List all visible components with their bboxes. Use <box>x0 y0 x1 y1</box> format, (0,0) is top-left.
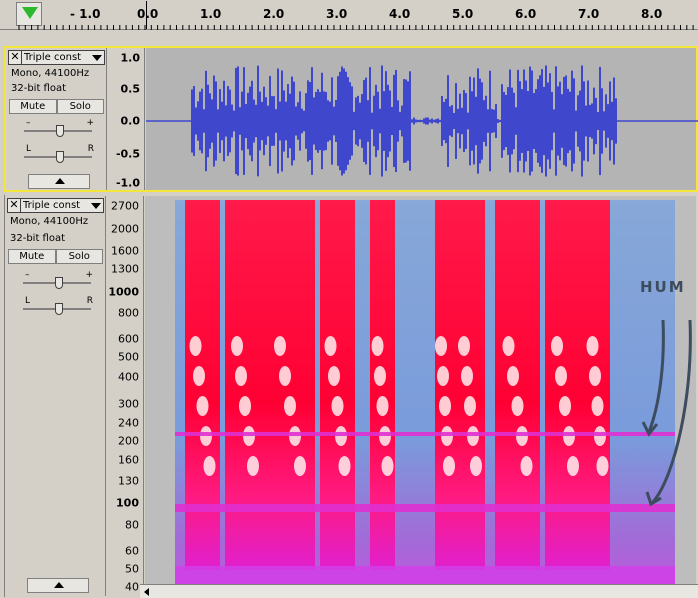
scale-label: 160 <box>118 453 139 467</box>
horizontal-scrollbar[interactable] <box>140 584 698 598</box>
scale-label: 2700 <box>111 199 139 213</box>
track-bit-depth: 32-bit float <box>10 233 66 244</box>
hum-annotation: HUM <box>640 278 686 296</box>
ruler-label: 2.0 <box>263 7 285 21</box>
scale-label: 0.0 <box>120 114 141 128</box>
ruler-label: 0.0 <box>137 7 159 21</box>
collapse-arrow-icon <box>54 582 64 588</box>
gain-plus-label: + <box>86 118 94 128</box>
gain-plus-label: + <box>85 270 93 280</box>
gain-slider[interactable]: – + <box>18 118 98 142</box>
waveform-graphic <box>146 65 698 177</box>
pan-right-label: R <box>87 144 94 154</box>
frequency-scale: 2700 2000 1600 1300 1000 800 600 500 400… <box>106 196 144 596</box>
ruler-minor-ticks <box>18 25 694 30</box>
scale-label: 300 <box>118 397 139 411</box>
play-triangle-icon <box>22 7 38 19</box>
close-icon[interactable]: ✕ <box>7 198 21 213</box>
scale-label: 800 <box>118 306 139 320</box>
scale-label: 1600 <box>111 244 139 258</box>
scale-label: -1.0 <box>115 176 140 190</box>
gain-slider[interactable]: – + <box>17 270 97 294</box>
spectrogram-track[interactable]: ✕ Triple const Mono, 44100Hz 32-bit floa… <box>4 194 698 598</box>
scale-label: 1300 <box>111 262 139 276</box>
ruler-label: 6.0 <box>515 7 537 21</box>
ruler-label: 8.0 <box>641 7 663 21</box>
gain-slider-thumb[interactable] <box>55 277 63 289</box>
scale-label: 600 <box>118 332 139 346</box>
track-title-bar: ✕ Triple const <box>7 198 104 213</box>
spectrogram-graphic <box>175 200 692 596</box>
waveform-track[interactable]: ✕ Triple const Mono, 44100Hz 32-bit floa… <box>4 46 698 192</box>
pan-right-label: R <box>86 296 93 306</box>
scale-label: 100 <box>116 496 139 510</box>
collapse-track-button[interactable] <box>27 578 89 593</box>
audacity-window: - 1.0 0.0 1.0 2.0 3.0 4.0 5.0 6.0 7.0 8.… <box>0 0 698 598</box>
pan-slider-thumb[interactable] <box>55 303 63 315</box>
mute-button[interactable]: Mute <box>9 99 57 114</box>
track-format: Mono, 44100Hz <box>11 68 90 79</box>
close-icon[interactable]: ✕ <box>8 50 22 65</box>
scale-label: 40 <box>125 580 139 594</box>
scale-label: 80 <box>125 518 139 532</box>
scale-label: 200 <box>118 434 139 448</box>
collapse-arrow-icon <box>55 178 65 184</box>
pan-slider-thumb[interactable] <box>56 151 64 163</box>
solo-button[interactable]: Solo <box>55 249 103 264</box>
track-control-panel: ✕ Triple const Mono, 44100Hz 32-bit floa… <box>6 48 107 190</box>
dropdown-arrow-icon <box>91 203 101 209</box>
scale-label: -0.5 <box>115 147 140 161</box>
pan-left-label: L <box>26 144 32 154</box>
track-bit-depth: 32-bit float <box>11 83 67 94</box>
track-name: Triple const <box>24 52 82 63</box>
pan-slider[interactable]: L R <box>17 296 97 320</box>
scale-label: 400 <box>118 370 139 384</box>
scale-label: 500 <box>118 350 139 364</box>
amplitude-scale: 1.0 0.5 0.0 -0.5 -1.0 <box>107 48 145 190</box>
scale-label: 2000 <box>111 222 139 236</box>
track-control-panel: ✕ Triple const Mono, 44100Hz 32-bit floa… <box>5 196 106 596</box>
ruler-label: 1.0 <box>200 7 222 21</box>
track-name-menu[interactable]: Triple const <box>21 198 104 213</box>
gain-slider-thumb[interactable] <box>56 125 64 137</box>
mute-button[interactable]: Mute <box>8 249 56 264</box>
track-name-menu[interactable]: Triple const <box>22 50 105 65</box>
collapse-track-button[interactable] <box>28 174 90 189</box>
timeline-ruler[interactable]: - 1.0 0.0 1.0 2.0 3.0 4.0 5.0 6.0 7.0 8.… <box>0 0 698 30</box>
scale-label: 240 <box>118 416 139 430</box>
track-format: Mono, 44100Hz <box>10 216 89 227</box>
ruler-label: 5.0 <box>452 7 474 21</box>
ruler-label: 7.0 <box>578 7 600 21</box>
gain-minus-label: – <box>26 118 31 128</box>
pan-left-label: L <box>25 296 31 306</box>
mute-solo-row: Mute Solo <box>8 249 103 264</box>
scale-label: 0.5 <box>120 82 141 96</box>
track-title-bar: ✕ Triple const <box>8 50 105 65</box>
pan-slider[interactable]: L R <box>18 144 98 168</box>
scale-label: 1.0 <box>120 51 141 65</box>
mute-solo-row: Mute Solo <box>9 99 104 114</box>
scroll-left-arrow-icon[interactable] <box>144 588 149 596</box>
scale-label: 50 <box>125 562 139 576</box>
waveform-canvas[interactable] <box>146 48 698 190</box>
track-name: Triple const <box>23 200 81 211</box>
scale-label: 130 <box>118 474 139 488</box>
dropdown-arrow-icon <box>92 55 102 61</box>
solo-button[interactable]: Solo <box>56 99 104 114</box>
ruler-label: 4.0 <box>389 7 411 21</box>
gain-minus-label: – <box>25 270 30 280</box>
ruler-label: - 1.0 <box>70 7 101 21</box>
scale-label: 1000 <box>108 285 139 299</box>
spectrogram-canvas[interactable] <box>145 196 696 596</box>
scale-label: 60 <box>125 544 139 558</box>
ruler-label: 3.0 <box>326 7 348 21</box>
